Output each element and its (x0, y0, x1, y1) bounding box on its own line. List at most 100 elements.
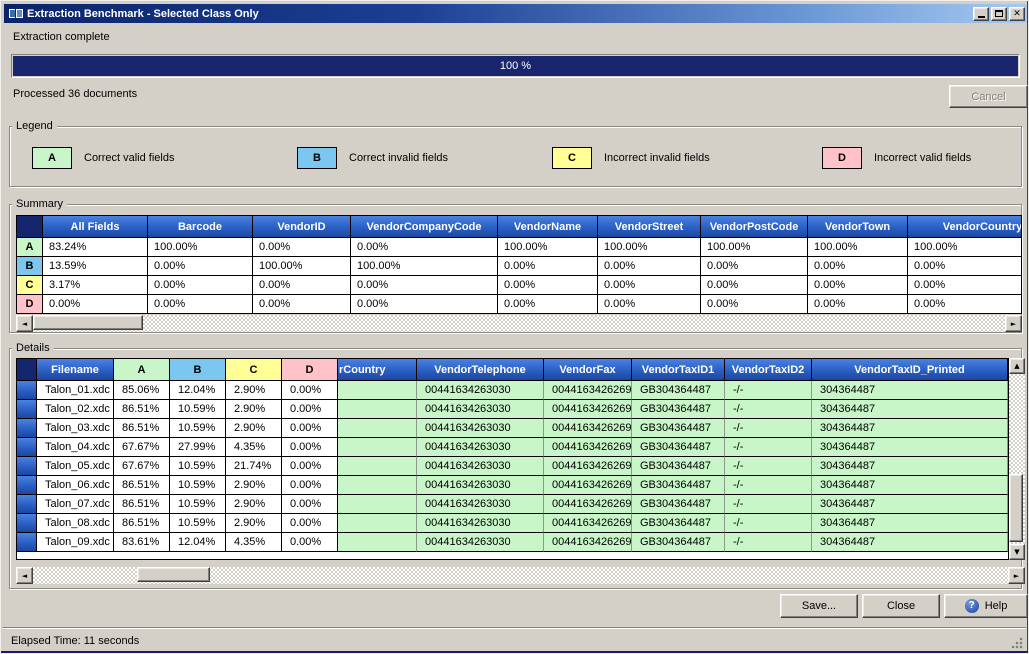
summary-cell: 0.00% (498, 295, 598, 314)
details-col-vendortaxid2: VendorTaxID2 (725, 359, 812, 381)
details-header-row: Filename A B C D rCountry VendorTelephon… (17, 359, 1008, 381)
legend-group-title: Legend (12, 120, 57, 133)
legend-swatch-c: C (552, 147, 592, 169)
minimize-icon[interactable] (973, 7, 989, 21)
scroll-left-icon[interactable]: ◄ (16, 315, 33, 332)
details-vscrollbar[interactable]: ▲ ▼ (1009, 358, 1025, 560)
details-vscroll-thumb[interactable] (1009, 474, 1023, 542)
summary-table: All Fields Barcode VendorID VendorCompan… (16, 215, 1022, 314)
scroll-right-icon[interactable]: ► (1008, 567, 1025, 584)
row-selector[interactable] (17, 381, 37, 400)
country-cell (338, 400, 417, 419)
pct-d-cell: 0.00% (282, 476, 338, 495)
summary-col-vendorid: VendorID (253, 216, 351, 238)
details-table-area: Filename A B C D rCountry VendorTelephon… (16, 358, 1025, 560)
pct-b-cell: 27.99% (170, 438, 226, 457)
telephone-cell: 00441634263030 (417, 533, 544, 552)
summary-cell: 0.00% (148, 295, 253, 314)
legend-label-a: Correct valid fields (84, 152, 174, 164)
taxid2-cell: -/- (725, 495, 812, 514)
details-col-vendorfax: VendorFax (544, 359, 632, 381)
row-selector[interactable] (17, 495, 37, 514)
scroll-left-icon[interactable]: ◄ (16, 567, 33, 584)
taxid2-cell: -/- (725, 419, 812, 438)
taxid1-cell: GB304364487 (632, 476, 725, 495)
scroll-down-icon[interactable]: ▼ (1009, 544, 1025, 560)
summary-cell: 0.00% (908, 276, 1021, 295)
maximize-icon[interactable] (991, 7, 1007, 21)
elapsed-time-label: Elapsed Time: 11 seconds (11, 635, 139, 647)
progress-fill: 100 % (13, 56, 1018, 76)
summary-hscrollbar[interactable]: ◄ ► (16, 315, 1022, 332)
details-group: Details Filename A B C D rCountry Vendor… (9, 348, 1022, 589)
details-hscrollbar[interactable]: ◄ ► (16, 567, 1025, 584)
summary-cell: 0.00% (253, 295, 351, 314)
taxid2-cell: -/- (725, 514, 812, 533)
country-cell (338, 533, 417, 552)
summary-cell: 0.00% (598, 295, 701, 314)
fax-cell: 00441634262696 (544, 514, 632, 533)
fax-cell: 00441634262696 (544, 381, 632, 400)
scroll-up-icon[interactable]: ▲ (1009, 358, 1025, 374)
help-icon: ? (965, 599, 979, 613)
summary-cell: 0.00% (148, 257, 253, 276)
pct-d-cell: 0.00% (282, 533, 338, 552)
summary-cell: 0.00% (148, 276, 253, 295)
summary-cell: 0.00% (598, 257, 701, 276)
fax-cell: 00441634262696 (544, 438, 632, 457)
title-bar: Extraction Benchmark - Selected Class On… (4, 4, 1027, 23)
pct-d-cell: 0.00% (282, 419, 338, 438)
resize-grip[interactable] (1011, 637, 1023, 649)
table-row: Talon_08.xdc 86.51% 10.59% 2.90% 0.00% 0… (17, 514, 1008, 533)
summary-col-barcode: Barcode (148, 216, 253, 238)
summary-cell: 0.00% (253, 238, 351, 257)
taxid-printed-cell: 304364487 (812, 381, 1008, 400)
summary-header-row: All Fields Barcode VendorID VendorCompan… (17, 216, 1021, 238)
summary-row-d: D 0.00% 0.00% 0.00% 0.00% 0.00% 0.00% 0.… (17, 295, 1021, 314)
pct-c-cell: 2.90% (226, 419, 282, 438)
cancel-button[interactable]: Cancel (949, 85, 1028, 108)
filename-cell: Talon_04.xdc (37, 438, 114, 457)
row-selector[interactable] (17, 533, 37, 552)
country-cell (338, 381, 417, 400)
details-col-a: A (114, 359, 170, 381)
pct-b-cell: 10.59% (170, 400, 226, 419)
details-group-title: Details (12, 342, 54, 355)
taxid-printed-cell: 304364487 (812, 514, 1008, 533)
help-button[interactable]: ? Help (944, 594, 1028, 618)
save-button[interactable]: Save... (780, 594, 858, 618)
summary-hscroll-thumb[interactable] (33, 315, 143, 330)
row-selector[interactable] (17, 438, 37, 457)
row-selector[interactable] (17, 457, 37, 476)
details-col-filename: Filename (37, 359, 114, 381)
scroll-right-icon[interactable]: ► (1005, 315, 1022, 332)
summary-row-a: A 83.24% 100.00% 0.00% 0.00% 100.00% 100… (17, 238, 1021, 257)
row-selector[interactable] (17, 400, 37, 419)
window-title: Extraction Benchmark - Selected Class On… (27, 8, 971, 20)
close-button[interactable]: Close (862, 594, 940, 618)
summary-cell: 3.17% (43, 276, 148, 295)
taxid1-cell: GB304364487 (632, 381, 725, 400)
summary-hscroll-track[interactable] (33, 315, 1005, 332)
pct-c-cell: 2.90% (226, 495, 282, 514)
taxid1-cell: GB304364487 (632, 533, 725, 552)
help-button-label: Help (985, 600, 1008, 612)
details-hscroll-track[interactable] (33, 567, 1008, 584)
summary-col-vendorcompanycode: VendorCompanyCode (351, 216, 498, 238)
extraction-status-label: Extraction complete (13, 31, 110, 43)
taxid-printed-cell: 304364487 (812, 400, 1008, 419)
row-selector[interactable] (17, 419, 37, 438)
taxid-printed-cell: 304364487 (812, 476, 1008, 495)
row-selector[interactable] (17, 514, 37, 533)
pct-d-cell: 0.00% (282, 438, 338, 457)
details-hscroll-thumb[interactable] (137, 567, 210, 582)
row-selector[interactable] (17, 476, 37, 495)
pct-b-cell: 10.59% (170, 476, 226, 495)
summary-cell: 0.00% (908, 257, 1021, 276)
close-icon[interactable]: ✕ (1009, 7, 1025, 21)
filename-cell: Talon_02.xdc (37, 400, 114, 419)
legend-label-b: Correct invalid fields (349, 152, 448, 164)
taxid1-cell: GB304364487 (632, 457, 725, 476)
details-vscroll-track[interactable] (1009, 374, 1025, 544)
summary-cell: 0.00% (808, 276, 908, 295)
